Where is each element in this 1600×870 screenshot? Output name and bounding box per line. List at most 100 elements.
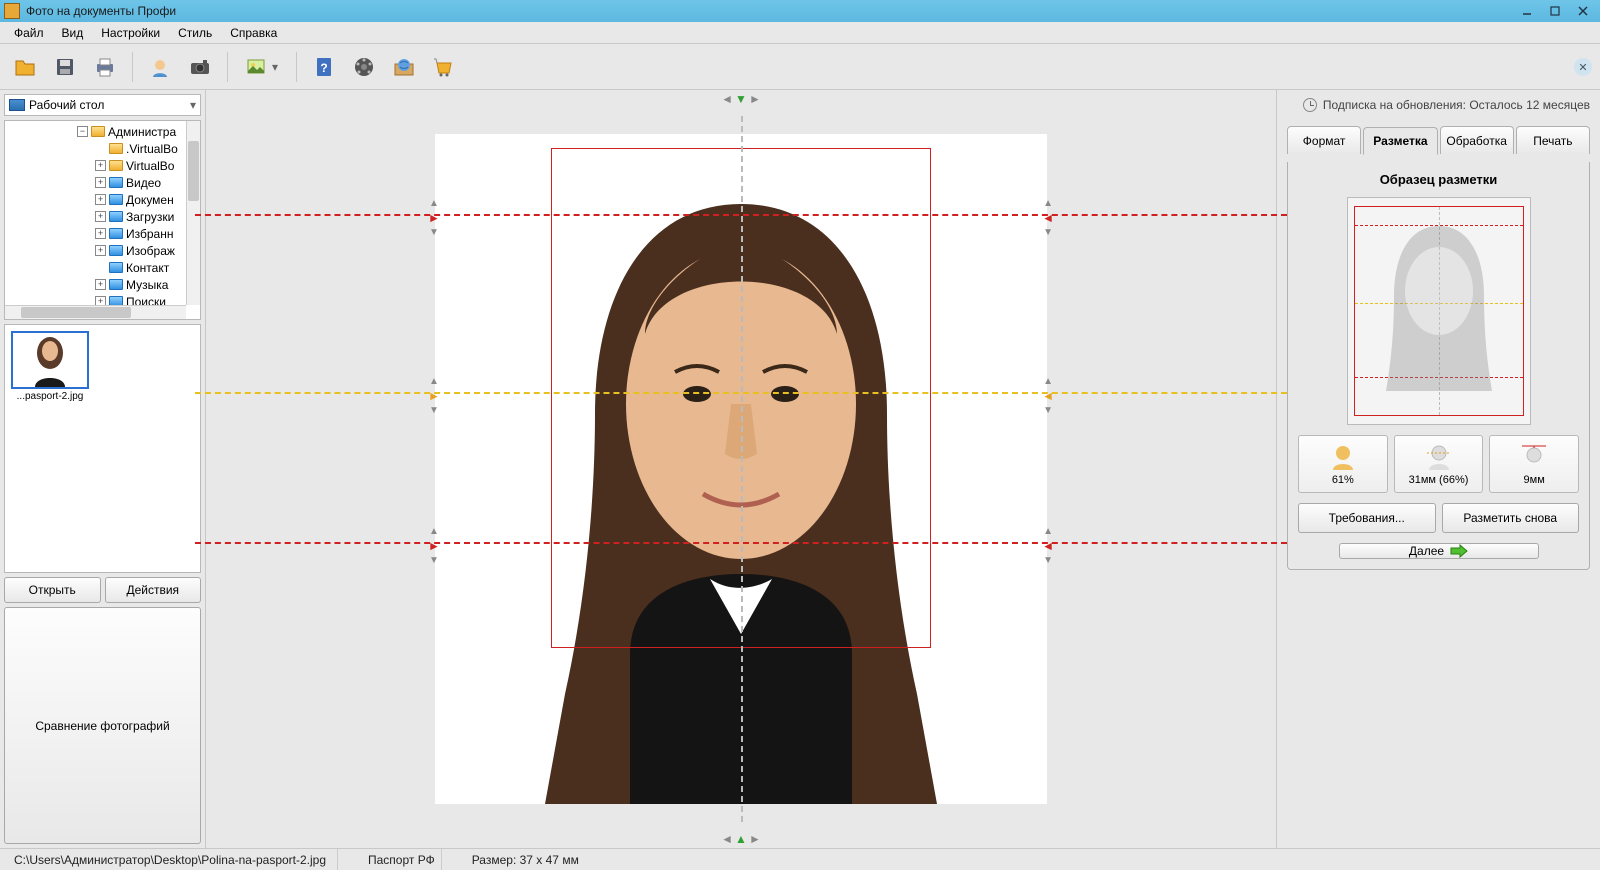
print-button[interactable] [88, 50, 122, 84]
video-button[interactable] [347, 50, 381, 84]
guide-handle[interactable]: ▲◄▼ [1042, 526, 1054, 566]
open-button-label: Открыть [29, 583, 76, 597]
menu-help[interactable]: Справка [222, 24, 285, 42]
subscription-text: Подписка на обновления: Осталось 12 меся… [1323, 98, 1590, 112]
toolbar-close-icon[interactable]: ✕ [1574, 58, 1592, 76]
tree-scrollbar-horizontal[interactable] [5, 305, 186, 319]
shop-button[interactable] [427, 50, 461, 84]
tab-format[interactable]: Формат [1287, 126, 1361, 154]
tree-expand-icon[interactable]: + [95, 245, 106, 256]
chevron-down-icon: ▾ [272, 60, 278, 74]
actions-button[interactable]: Действия [105, 577, 202, 603]
requirements-label: Требования... [1329, 511, 1405, 525]
chevron-down-icon: ▾ [190, 98, 196, 112]
breadcrumb-label: Рабочий стол [29, 98, 104, 112]
tabs: Формат Разметка Обработка Печать [1287, 126, 1590, 154]
folder-icon [109, 245, 123, 256]
compare-button[interactable]: Сравнение фотографий [4, 607, 201, 844]
close-button[interactable] [1570, 2, 1596, 20]
tree-node-label[interactable]: Контакт [126, 261, 169, 275]
tree-scrollbar-vertical[interactable] [186, 121, 200, 305]
folder-icon [109, 211, 123, 222]
statusbar: C:\Users\Администратор\Desktop\Polina-na… [0, 848, 1600, 870]
tree-node-label[interactable]: .VirtualBo [126, 142, 178, 156]
tree-node-label[interactable]: Избранн [126, 227, 173, 241]
requirements-button[interactable]: Требования... [1298, 503, 1436, 533]
breadcrumb[interactable]: Рабочий стол ▾ [4, 94, 201, 116]
desktop-icon [9, 99, 25, 111]
markup-preview [1347, 197, 1531, 425]
maximize-button[interactable] [1542, 2, 1568, 20]
tree-collapse-icon[interactable]: − [77, 126, 88, 137]
vertical-center-guide[interactable] [741, 116, 743, 822]
save-button[interactable] [48, 50, 82, 84]
top-center-handle[interactable]: ◄▼► [721, 92, 761, 106]
next-button[interactable]: Далее [1339, 543, 1539, 559]
folder-icon [109, 177, 123, 188]
folder-tree[interactable]: − Администра .VirtualBo + VirtualBo + Видео… [4, 120, 201, 320]
tree-node-label[interactable]: Администра [108, 125, 176, 139]
tree-expand-icon[interactable]: + [95, 228, 106, 239]
tab-processing[interactable]: Обработка [1440, 126, 1514, 154]
tree-expand-icon[interactable]: + [95, 194, 106, 205]
folder-icon [109, 143, 123, 154]
help-button[interactable]: ? [307, 50, 341, 84]
menu-style[interactable]: Стиль [170, 24, 220, 42]
camera-button[interactable] [183, 50, 217, 84]
menu-settings[interactable]: Настройки [93, 24, 168, 42]
metric-value: 31мм (66%) [1409, 474, 1469, 486]
guide-handle[interactable]: ▲◄▼ [1042, 198, 1054, 238]
photo-workspace[interactable] [435, 134, 1047, 804]
metric-top-margin[interactable]: 9мм [1489, 435, 1579, 493]
eye-line-guide[interactable] [195, 392, 1287, 394]
open-folder-button[interactable] [8, 50, 42, 84]
metric-eye-line[interactable]: 31мм (66%) [1394, 435, 1484, 493]
guide-handle[interactable]: ▲◄▼ [1042, 376, 1054, 416]
sidebar: Рабочий стол ▾ − Администра .VirtualBo + V… [0, 90, 206, 848]
status-size: Размер: 37 x 47 мм [466, 849, 585, 870]
top-head-guide[interactable] [195, 214, 1287, 216]
menu-file[interactable]: Файл [6, 24, 52, 42]
tree-node-label[interactable]: Видео [126, 176, 161, 190]
tree-node-label[interactable]: Докумен [126, 193, 174, 207]
folder-icon [109, 160, 123, 171]
metrics-row: 61% 31мм (66%) 9мм [1298, 435, 1579, 493]
face-detect-button[interactable] [143, 50, 177, 84]
tab-print[interactable]: Печать [1516, 126, 1590, 154]
toolbar-separator [296, 52, 297, 82]
tree-node-label[interactable]: Музыка [126, 278, 168, 292]
toolbar-separator [132, 52, 133, 82]
thumbnails-panel: ...pasport-2.jpg [4, 324, 201, 573]
tree-expand-icon[interactable]: + [95, 211, 106, 222]
open-button[interactable]: Открыть [4, 577, 101, 603]
guide-handle[interactable]: ▲►▼ [428, 198, 440, 238]
compare-button-label: Сравнение фотографий [35, 719, 169, 733]
actions-button-label: Действия [126, 583, 179, 597]
tree-expand-icon[interactable]: + [95, 160, 106, 171]
chin-guide[interactable] [195, 542, 1287, 544]
app-icon [4, 3, 20, 19]
tree-node-label[interactable]: Изображ [126, 244, 175, 258]
world-button[interactable] [387, 50, 421, 84]
guide-handle[interactable]: ▲►▼ [428, 376, 440, 416]
metric-head-ratio[interactable]: 61% [1298, 435, 1388, 493]
folder-icon [109, 228, 123, 239]
canvas-area: ◄▼► [206, 90, 1276, 848]
minimize-button[interactable] [1514, 2, 1540, 20]
tab-markup[interactable]: Разметка [1363, 127, 1437, 155]
tree-expand-icon[interactable]: + [95, 177, 106, 188]
remark-button[interactable]: Разметить снова [1442, 503, 1580, 533]
folder-icon [109, 279, 123, 290]
guide-handle[interactable]: ▲►▼ [428, 526, 440, 566]
menu-view[interactable]: Вид [54, 24, 92, 42]
tree-expand-icon[interactable]: + [95, 279, 106, 290]
remark-label: Разметить снова [1463, 511, 1557, 525]
thumbnail-image [11, 331, 89, 389]
thumbnail-item[interactable]: ...pasport-2.jpg [11, 331, 89, 402]
image-dropdown-button[interactable]: ▾ [238, 50, 286, 84]
tree-node-label[interactable]: Загрузки [126, 210, 174, 224]
tree-node-label[interactable]: VirtualBo [126, 159, 174, 173]
menubar: Файл Вид Настройки Стиль Справка [0, 22, 1600, 44]
bottom-center-handle[interactable]: ◄▲► [721, 832, 761, 846]
right-panel: Подписка на обновления: Осталось 12 меся… [1276, 90, 1600, 848]
